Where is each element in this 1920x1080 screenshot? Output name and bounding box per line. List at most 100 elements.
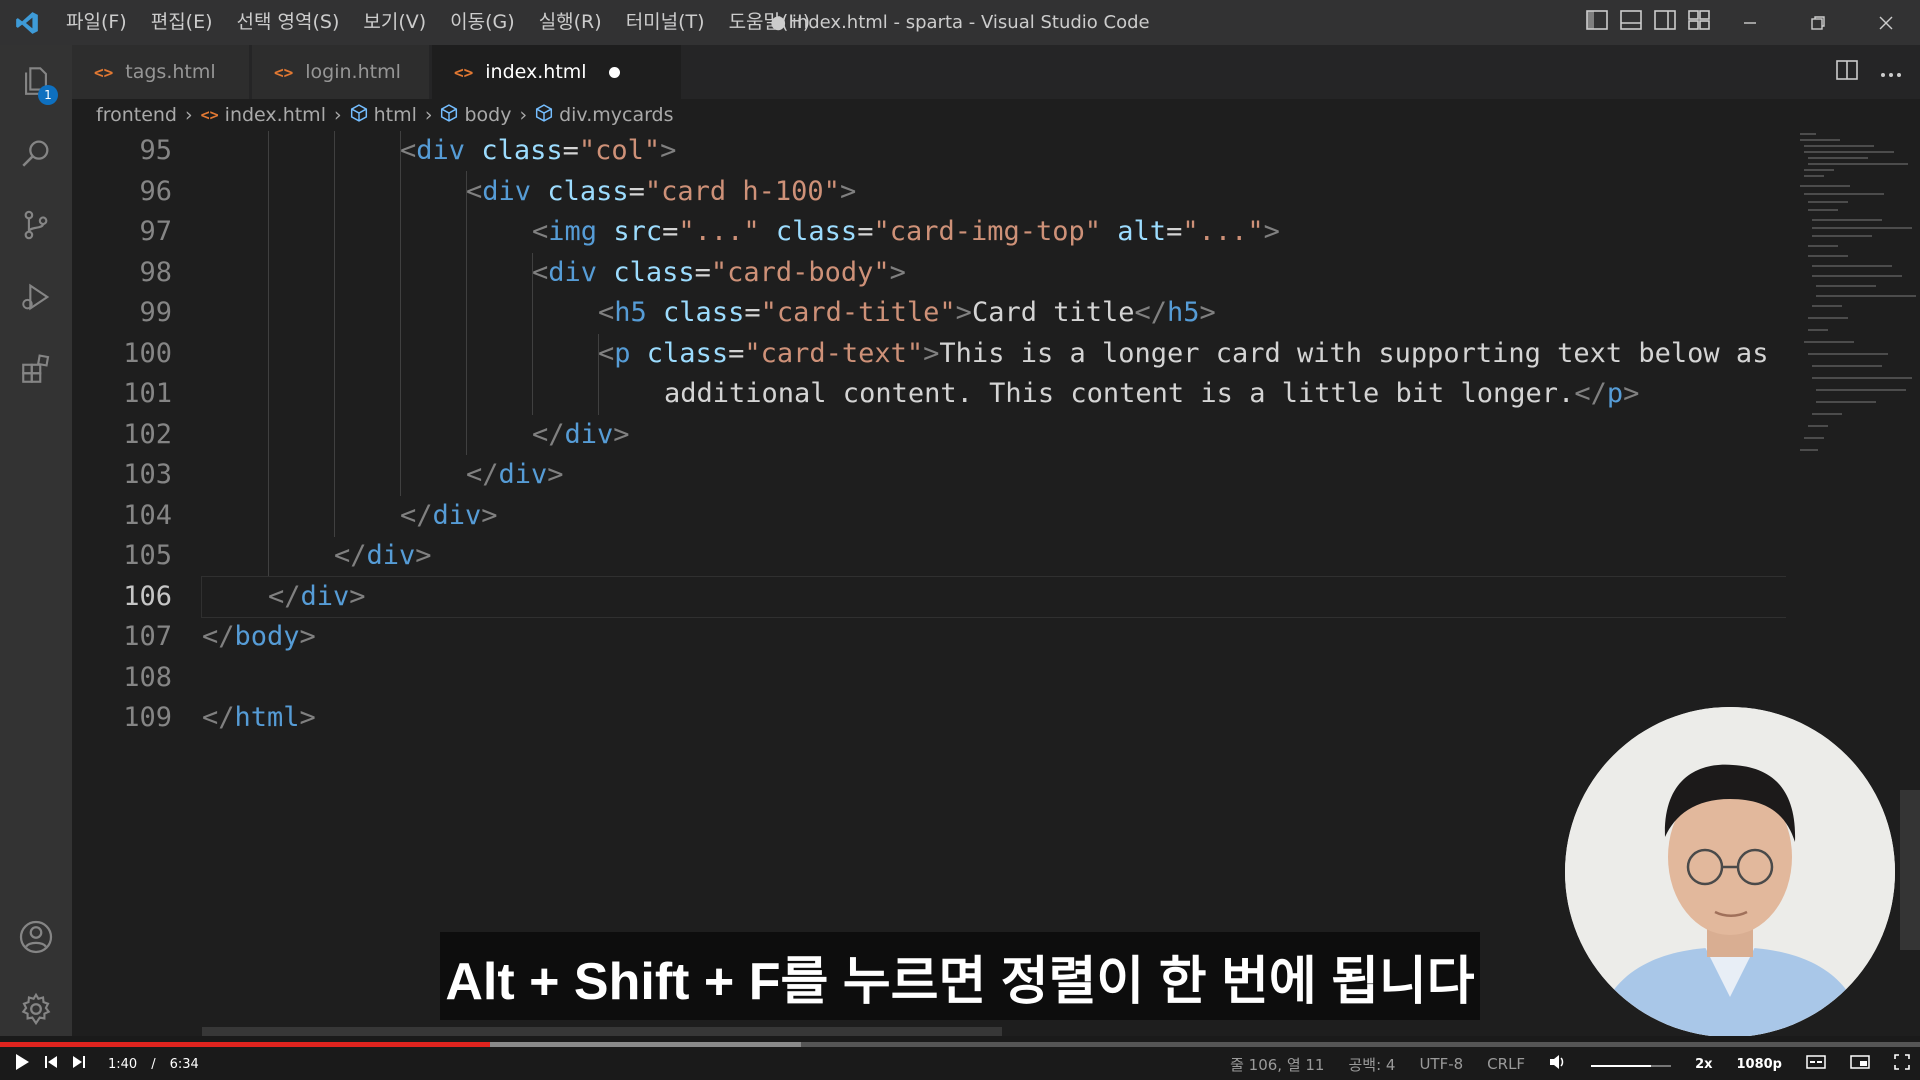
duration: 6:34 <box>169 1056 199 1072</box>
breadcrumb-body[interactable]: body <box>464 104 511 126</box>
playback-speed[interactable]: 2x <box>1695 1057 1712 1072</box>
play-icon[interactable] <box>14 1053 30 1075</box>
close-icon[interactable] <box>1852 0 1920 45</box>
line-number: 96 <box>139 175 172 207</box>
line-number: 103 <box>123 459 172 490</box>
menu-edit[interactable]: 편집(E) <box>139 0 225 45</box>
activity-bar: 1 <box>0 45 72 1044</box>
html-file-icon: <> <box>454 62 474 82</box>
source-control-icon[interactable] <box>0 189 72 261</box>
code-area[interactable]: <div class="col"> <div class="card h-100… <box>201 131 1786 739</box>
accounts-icon[interactable] <box>0 901 72 973</box>
progress-played[interactable] <box>0 1042 490 1047</box>
title-bar: 파일(F) 편집(E) 선택 영역(S) 보기(V) 이동(G) 실행(R) 터… <box>0 0 1920 45</box>
vertical-scrollbar[interactable] <box>1900 790 1920 950</box>
explorer-icon[interactable]: 1 <box>0 45 72 117</box>
encoding[interactable]: UTF-8 <box>1419 1055 1463 1073</box>
line-number-gutter: 95 96 97 98 99 100 101 102 103 104 105 1… <box>72 131 172 739</box>
captions-icon[interactable] <box>1806 1055 1826 1073</box>
line-number: 108 <box>123 661 172 693</box>
line-number: 105 <box>123 540 172 571</box>
line-number: 100 <box>123 337 172 369</box>
line-number: 95 <box>139 135 172 166</box>
current-time: 1:40 <box>108 1056 138 1072</box>
code-line-current: </div> <box>201 575 1786 618</box>
line-number-current: 106 <box>123 580 172 612</box>
tab-index-html[interactable]: <> index.html <box>432 45 682 99</box>
menu-view[interactable]: 보기(V) <box>351 0 438 45</box>
symbol-element-icon <box>535 103 553 127</box>
html-file-icon: <> <box>274 62 294 82</box>
line-number: 101 <box>123 378 172 409</box>
chevron-right-icon: › <box>185 104 193 126</box>
editor-tabs: <> tags.html <> login.html <> index.html <box>72 45 1920 99</box>
customize-layout-icon[interactable] <box>1688 10 1710 35</box>
tab-label: login.html <box>305 61 401 83</box>
breadcrumb-html[interactable]: html <box>374 104 417 126</box>
end-of-line[interactable]: CRLF <box>1487 1055 1525 1073</box>
more-actions-icon[interactable] <box>1880 63 1902 82</box>
code-line: </body> <box>202 621 316 652</box>
breadcrumb-div-mycards[interactable]: div.mycards <box>559 104 673 126</box>
code-line: <div class="card-body"> <box>532 256 906 288</box>
menu-file[interactable]: 파일(F) <box>54 0 139 45</box>
next-icon[interactable] <box>72 1055 86 1073</box>
code-line: </div> <box>400 499 498 531</box>
tab-tags-html[interactable]: <> tags.html <box>72 45 250 99</box>
indentation[interactable]: 공백: 4 <box>1348 1054 1395 1075</box>
line-number: 102 <box>123 418 172 450</box>
chevron-right-icon: › <box>424 104 433 126</box>
breadcrumb-folder[interactable]: frontend <box>96 104 177 126</box>
toggle-primary-sidebar-icon[interactable] <box>1586 10 1608 35</box>
code-line: </div> <box>334 540 432 571</box>
menu-go[interactable]: 이동(G) <box>438 0 527 45</box>
player-controls: 1:40 / 6:34 <box>14 1052 199 1076</box>
run-debug-icon[interactable] <box>0 261 72 333</box>
video-quality[interactable]: 1080p <box>1737 1057 1783 1072</box>
code-editor[interactable]: 95 96 97 98 99 100 101 102 103 104 105 1… <box>72 131 1786 1036</box>
webcam-presenter-image <box>1565 707 1895 1037</box>
split-editor-icon[interactable] <box>1836 60 1858 84</box>
line-number: 97 <box>139 216 172 247</box>
previous-icon[interactable] <box>44 1055 58 1073</box>
explorer-badge: 1 <box>38 85 58 105</box>
code-line: </html> <box>202 702 316 733</box>
html-file-icon: <> <box>94 62 114 82</box>
pip-icon[interactable] <box>1850 1055 1870 1073</box>
fullscreen-icon[interactable] <box>1894 1054 1910 1074</box>
code-line: </div> <box>532 418 630 450</box>
volume-slider[interactable] <box>1591 1055 1672 1073</box>
menu-selection[interactable]: 선택 영역(S) <box>225 0 352 45</box>
code-line: <div class="col"> <box>400 135 677 166</box>
line-number: 98 <box>139 256 172 288</box>
extensions-icon[interactable] <box>0 333 72 405</box>
code-line: <div class="card h-100"> <box>466 175 857 207</box>
minimize-icon[interactable] <box>1716 0 1784 45</box>
chevron-right-icon: › <box>519 104 528 126</box>
menu-help[interactable]: 도움말(H) <box>717 0 823 45</box>
restore-icon[interactable] <box>1784 0 1852 45</box>
toggle-panel-icon[interactable] <box>1620 10 1642 35</box>
vscode-logo-icon <box>0 0 54 45</box>
search-icon[interactable] <box>0 117 72 189</box>
symbol-element-icon <box>350 103 368 127</box>
menu-run[interactable]: 실행(R) <box>527 0 614 45</box>
menu-bar: 파일(F) 편집(E) 선택 영역(S) 보기(V) 이동(G) 실행(R) 터… <box>54 0 822 45</box>
menu-terminal[interactable]: 터미널(T) <box>614 0 717 45</box>
line-number: 109 <box>123 702 172 733</box>
code-line: <h5 class="card-title">Card title</h5> <box>598 297 1216 328</box>
tab-login-html[interactable]: <> login.html <box>252 45 430 99</box>
code-line: </div> <box>466 459 564 490</box>
volume-icon[interactable] <box>1549 1054 1567 1074</box>
cursor-position[interactable]: 줄 106, 열 11 <box>1230 1054 1324 1075</box>
code-line: <img src="..." class="card-img-top" alt=… <box>532 216 1280 247</box>
tab-label: index.html <box>485 61 587 83</box>
time-separator: / <box>151 1056 156 1072</box>
unsaved-dot-icon[interactable] <box>608 66 620 78</box>
toggle-secondary-sidebar-icon[interactable] <box>1654 10 1676 35</box>
chevron-right-icon: › <box>333 104 342 126</box>
tab-label: tags.html <box>125 61 216 83</box>
breadcrumb-file[interactable]: index.html <box>225 104 326 126</box>
settings-gear-icon[interactable] <box>0 973 72 1045</box>
